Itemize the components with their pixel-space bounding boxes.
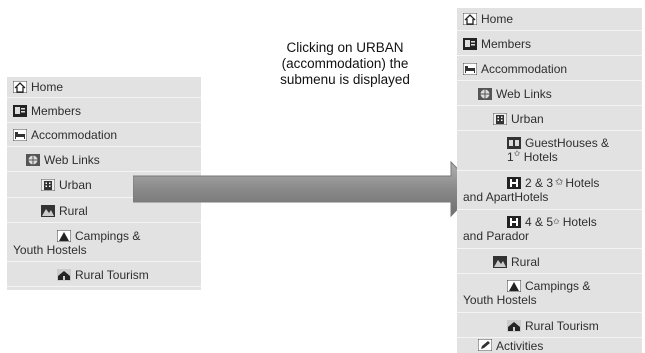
submenu-item-hotels-2-3-label-2: and ApartHotels: [463, 190, 549, 204]
farmhouse-icon: [57, 268, 71, 281]
building-icon: [41, 179, 55, 191]
menu-item-campings-label-1: Campings &: [75, 229, 141, 243]
submenu-item-guesthouses-label-2: Hotels: [523, 150, 558, 164]
menu-item-home[interactable]: Home: [7, 77, 201, 98]
menu-item-urban[interactable]: Urban: [457, 107, 642, 131]
transition-arrow: [132, 160, 479, 218]
menu-item-campings-label-2: Youth Hostels: [13, 243, 87, 257]
home-icon: [463, 13, 477, 25]
bed-icon: [463, 62, 477, 75]
submenu-item-hotels-2-3[interactable]: 2 & 3 ✩ Hotels and ApartHotels: [457, 172, 642, 210]
menu-item-members[interactable]: Members: [457, 32, 642, 56]
star-icon: ✩: [513, 149, 521, 158]
menu-item-accommodation[interactable]: Accommodation: [7, 124, 201, 147]
menu-item-home-label: Home: [31, 80, 64, 94]
annotation-line-2: (accommodation) the: [281, 56, 409, 71]
menu-item-rural-tourism[interactable]: Rural Tourism: [7, 263, 201, 287]
menu-item-campings-label-1: Campings &: [525, 279, 591, 293]
menu-item-members[interactable]: Members: [7, 99, 201, 123]
menu-item-campings[interactable]: Campings & Youth Hostels: [457, 275, 642, 313]
submenu-item-hotels-4-5-label-a: 4 & 5: [525, 215, 554, 229]
menu-item-home[interactable]: Home: [457, 8, 642, 31]
submenu-item-hotels-4-5-label-2: and Parador: [463, 229, 530, 243]
star-icon: ✩: [555, 177, 564, 188]
hotel-h-icon: [507, 216, 521, 228]
building-icon: [493, 112, 507, 125]
submenu-item-hotels-4-5-label-b: Hotels: [562, 215, 597, 229]
menu-item-urban-label: Urban: [59, 178, 92, 192]
menu-item-accommodation-label: Accommodation: [481, 61, 568, 76]
menu-item-rural-tourism-label: Rural Tourism: [75, 267, 149, 282]
menu-item-members-label: Members: [31, 103, 82, 118]
menu-item-web-links-label: Web Links: [44, 152, 100, 167]
id-card-icon: [463, 37, 477, 50]
farmhouse-icon: [507, 319, 521, 332]
menu-item-rural-tourism[interactable]: Rural Tourism: [457, 314, 642, 338]
annotation-text: Clicking on URBAN (accommodation) the su…: [255, 40, 435, 88]
globe-icon: [478, 87, 492, 100]
menu-item-members-label: Members: [481, 36, 532, 51]
menu-item-activities-label: Activities: [496, 339, 544, 353]
menu-item-campings[interactable]: Campings & Youth Hostels: [7, 224, 201, 262]
globe-icon: [26, 153, 40, 166]
id-card-icon: [13, 104, 27, 117]
mountain-icon: [41, 204, 55, 217]
submenu-item-hotels-4-5[interactable]: 4 & 5 ✩ Hotels and Parador: [457, 211, 642, 249]
annotation-line-3: submenu is displayed: [280, 72, 410, 87]
guesthouse-icon: [507, 137, 521, 149]
tent-icon: [507, 280, 521, 292]
menu-item-accommodation-label: Accommodation: [31, 128, 118, 142]
pencil-icon: [478, 339, 492, 351]
menu-item-rural-label: Rural: [511, 254, 540, 269]
submenu-item-hotels-2-3-label-b: Hotels: [565, 176, 600, 190]
hotel-h-icon: [507, 177, 521, 189]
submenu-item-hotels-2-3-label-a: 2 & 3: [525, 176, 554, 190]
submenu-item-guesthouses[interactable]: GuestHouses & 1✩ Hotels: [457, 132, 642, 171]
menu-after: Home Members Accommodation Web Links Urb…: [457, 8, 642, 353]
mountain-icon: [493, 255, 507, 268]
menu-item-accommodation[interactable]: Accommodation: [457, 57, 642, 81]
annotation-line-1: Clicking on URBAN: [286, 40, 404, 55]
menu-item-rural-label: Rural: [59, 203, 88, 218]
menu-item-urban-label: Urban: [511, 111, 544, 126]
menu-item-web-links-label: Web Links: [496, 86, 552, 101]
submenu-item-guesthouses-label-1: GuestHouses &: [525, 136, 610, 150]
menu-item-campings-label-2: Youth Hostels: [463, 293, 537, 307]
home-icon: [13, 81, 27, 93]
menu-item-rural-tourism-label: Rural Tourism: [525, 318, 599, 333]
tent-icon: [57, 230, 71, 242]
menu-item-rural[interactable]: Rural: [457, 250, 642, 274]
menu-item-home-label: Home: [481, 12, 514, 26]
bed-icon: [13, 129, 27, 141]
submenu-item-guesthouses-num: 1: [507, 150, 514, 164]
menu-item-web-links[interactable]: Web Links: [457, 82, 642, 106]
menu-item-activities[interactable]: Activities: [457, 339, 642, 353]
